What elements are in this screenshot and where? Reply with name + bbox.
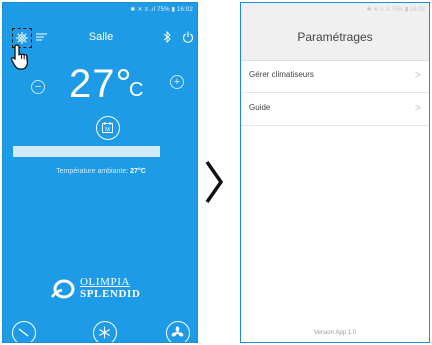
chevron-right-icon: [205, 160, 224, 204]
cool-mode-button[interactable]: [93, 321, 117, 342]
settings-header: ✱ ✕ ≡ .ıl 75% ▮ 16:02 Paramétrages: [241, 3, 429, 61]
chevron-right-icon: >: [415, 70, 421, 81]
mode-button[interactable]: [12, 321, 36, 342]
calendar-letter: M: [105, 127, 110, 133]
status-bar: ✱ ✕ ≡ .ıl 75% ▮ 16:02: [366, 7, 425, 13]
status-bar: ✱ ✕ ≡ .ıl 75% ▮ 16:02: [130, 7, 193, 13]
snowflake-icon: [99, 326, 110, 339]
menu-item-guide[interactable]: Guide >: [241, 93, 429, 126]
fan-button[interactable]: [166, 321, 190, 342]
olimpia-logo-icon: [51, 279, 75, 299]
temperature-bar: [13, 146, 160, 157]
increase-temp-button[interactable]: +: [170, 75, 184, 89]
menu-item-label: Guide: [249, 103, 271, 112]
fan-icon: [171, 326, 184, 337]
app-version: Version App 1.0: [313, 330, 357, 336]
logo-line-1: OLIMPIA: [80, 276, 131, 288]
chevron-right-icon: >: [415, 103, 421, 114]
main-screen: ✱ ✕ ≡ .ıl 75% ▮ 16:02 Salle − + 27° C M …: [2, 2, 198, 343]
menu-item-label: Gérer climatiseurs: [249, 70, 314, 79]
bluetooth-icon[interactable]: [163, 31, 171, 43]
brand-logo: OLIMPIA SPLENDID: [50, 275, 160, 303]
ambient-temperature: Température ambiante: 27°C: [3, 168, 197, 175]
decrease-temp-button[interactable]: −: [31, 80, 45, 94]
pointing-hand-icon: [10, 44, 29, 70]
calendar-icon: M: [102, 122, 113, 133]
page-title: Paramétrages: [297, 30, 373, 44]
ambient-label: Température ambiante:: [56, 168, 129, 175]
schedule-button[interactable]: M: [96, 116, 120, 140]
temperature-value: 27°: [69, 62, 133, 106]
ambient-value: 27°C: [130, 168, 146, 175]
settings-screen: ✱ ✕ ≡ .ıl 75% ▮ 16:02 Paramétrages Gérer…: [240, 2, 430, 343]
menu-item-manage-ac[interactable]: Gérer climatiseurs >: [241, 60, 429, 93]
slash-icon: [18, 328, 29, 337]
power-icon[interactable]: [182, 31, 194, 43]
temperature-unit: C: [129, 79, 144, 101]
logo-line-2: SPLENDID: [80, 288, 141, 300]
